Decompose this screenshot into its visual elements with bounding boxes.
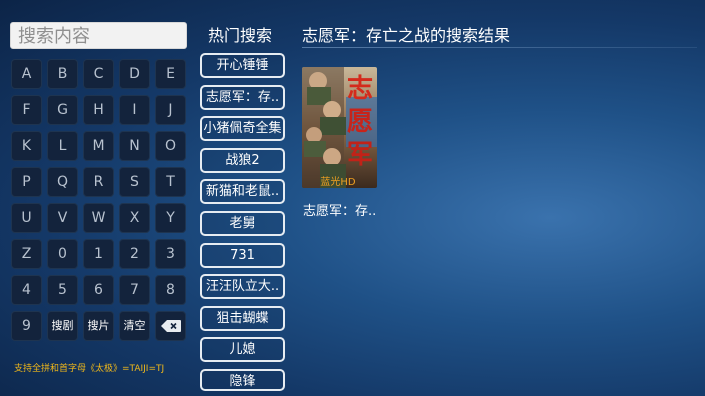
- key-r[interactable]: R: [83, 167, 114, 197]
- hot-search-item[interactable]: 狙击蝴蝶: [200, 305, 285, 331]
- key-7[interactable]: 7: [119, 275, 150, 305]
- key-f[interactable]: F: [11, 95, 42, 125]
- search-drama-button[interactable]: 搜剧: [47, 311, 78, 341]
- key-x[interactable]: X: [119, 203, 150, 233]
- key-p[interactable]: P: [11, 167, 42, 197]
- poster-badge: 蓝光HD: [320, 175, 356, 188]
- key-g[interactable]: G: [47, 95, 78, 125]
- hot-search-item[interactable]: 隐锋: [200, 369, 285, 391]
- hot-search-title: 热门搜索: [208, 26, 273, 45]
- key-5[interactable]: 5: [47, 275, 78, 305]
- poster-title-char-2: 愿: [347, 107, 373, 137]
- key-h[interactable]: H: [83, 95, 114, 125]
- hot-search-item[interactable]: 汪汪队立大..: [200, 274, 285, 300]
- key-e[interactable]: E: [155, 59, 186, 89]
- hot-search-item[interactable]: 小猪佩奇全集: [200, 116, 285, 142]
- key-l[interactable]: L: [47, 131, 78, 161]
- key-j[interactable]: J: [155, 95, 186, 125]
- key-a[interactable]: A: [11, 59, 42, 89]
- key-9[interactable]: 9: [11, 311, 42, 341]
- key-2[interactable]: 2: [119, 239, 150, 269]
- key-u[interactable]: U: [11, 203, 42, 233]
- key-k[interactable]: K: [11, 131, 42, 161]
- result-title: 志愿军：存亡之战的搜索结果: [302, 26, 511, 45]
- result-caption[interactable]: 志愿军：存..: [303, 200, 376, 219]
- hot-search-item[interactable]: 731: [200, 242, 285, 268]
- search-movie-button[interactable]: 搜片: [83, 311, 114, 341]
- key-z[interactable]: Z: [11, 239, 42, 269]
- hot-search-item[interactable]: 战狼2: [200, 147, 285, 173]
- key-1[interactable]: 1: [83, 239, 114, 269]
- key-w[interactable]: W: [83, 203, 114, 233]
- key-m[interactable]: M: [83, 131, 114, 161]
- divider: [302, 47, 697, 48]
- hot-search-item[interactable]: 志愿军：存..: [200, 84, 285, 110]
- key-y[interactable]: Y: [155, 203, 186, 233]
- key-8[interactable]: 8: [155, 275, 186, 305]
- key-c[interactable]: C: [83, 59, 114, 89]
- pinyin-hint: 支持全拼和首字母《太极》=TAIJI=TJ: [14, 364, 165, 374]
- hot-search-item[interactable]: 儿媳: [200, 337, 285, 363]
- hot-search-item[interactable]: 老舅: [200, 211, 285, 236]
- result-poster[interactable]: 志 愿 军 蓝光HD: [302, 67, 377, 188]
- key-v[interactable]: V: [47, 203, 78, 233]
- key-0[interactable]: 0: [47, 239, 78, 269]
- backspace-icon: [160, 320, 181, 332]
- hot-search-item[interactable]: 开心锤锤: [200, 53, 285, 78]
- key-3[interactable]: 3: [155, 239, 186, 269]
- key-4[interactable]: 4: [11, 275, 42, 305]
- hot-search-item[interactable]: 新猫和老鼠..: [200, 179, 285, 205]
- key-q[interactable]: Q: [47, 167, 78, 197]
- key-n[interactable]: N: [119, 131, 150, 161]
- key-o[interactable]: O: [155, 131, 186, 161]
- key-s[interactable]: S: [119, 167, 150, 197]
- key-b[interactable]: B: [47, 59, 78, 89]
- search-input[interactable]: 搜索内容: [10, 22, 187, 49]
- key-i[interactable]: I: [119, 95, 150, 125]
- poster-title-char-3: 军: [347, 140, 373, 170]
- poster-title-char-1: 志: [347, 74, 373, 104]
- key-6[interactable]: 6: [83, 275, 114, 305]
- backspace-button[interactable]: [155, 311, 186, 341]
- poster-image: 志 愿 军 蓝光HD: [302, 67, 377, 188]
- clear-button[interactable]: 清空: [119, 311, 150, 341]
- key-t[interactable]: T: [155, 167, 186, 197]
- key-d[interactable]: D: [119, 59, 150, 89]
